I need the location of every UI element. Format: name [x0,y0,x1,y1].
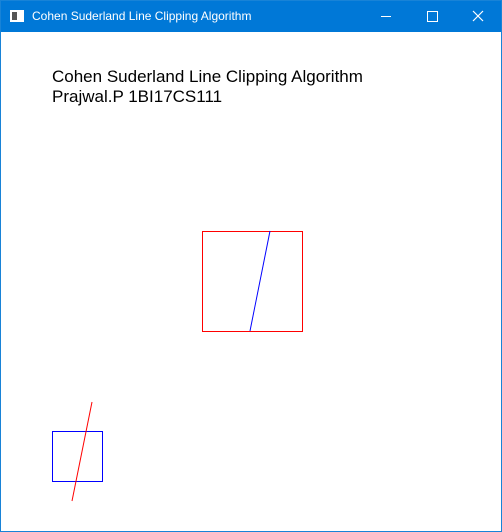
minimize-icon [381,16,391,17]
app-window: Cohen Suderland Line Clipping Algorithm … [0,0,502,532]
close-button[interactable] [455,1,501,32]
minimize-button[interactable] [363,1,409,32]
window-title: Cohen Suderland Line Clipping Algorithm [32,9,252,23]
app-icon[interactable] [10,10,24,22]
original-line-segment [71,401,93,502]
clipped-line-segment [249,230,271,332]
maximize-icon [427,11,438,22]
maximize-button[interactable] [409,1,455,32]
clipping-scene [52,230,303,502]
drawing-canvas: Cohen Suderland Line Clipping Algorithm … [1,32,501,531]
close-icon [472,10,484,22]
title-bar[interactable]: Cohen Suderland Line Clipping Algorithm [1,1,501,32]
